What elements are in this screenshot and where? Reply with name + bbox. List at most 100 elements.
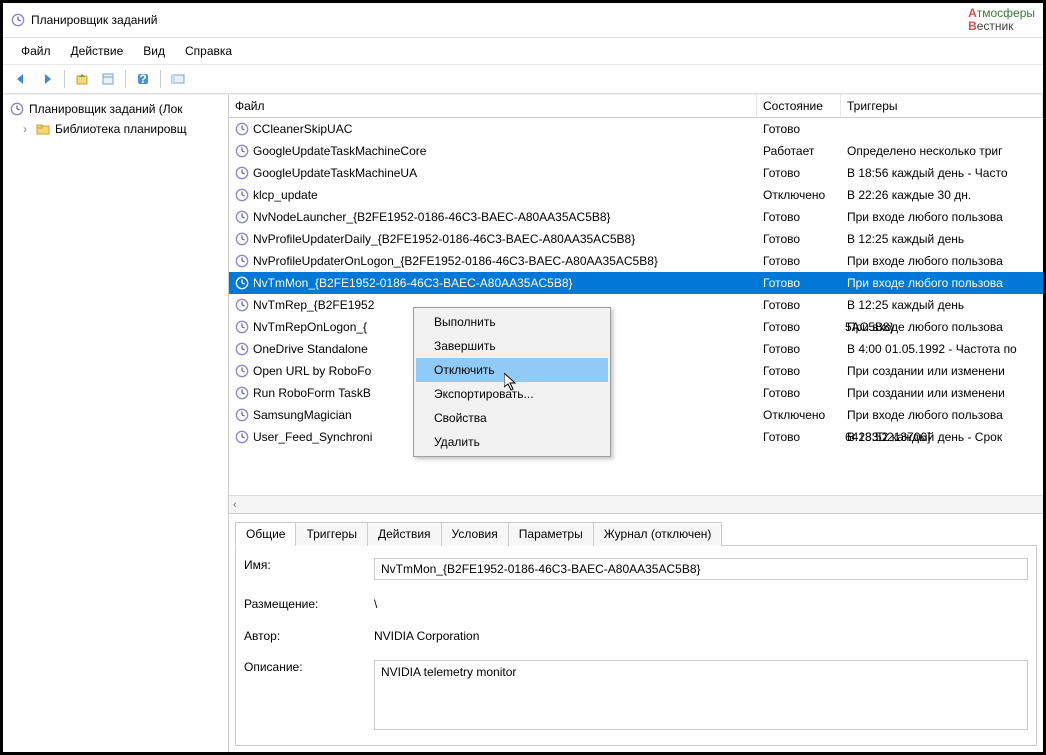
task-name: NvNodeLauncher_{B2FE1952-0186-46C3-BAEC-…: [253, 210, 611, 224]
help-button[interactable]: ?: [131, 68, 155, 90]
task-status: Готово: [757, 232, 841, 246]
label-author: Автор:: [244, 629, 374, 643]
watermark-logo: Атмосферы Вестник: [968, 7, 1035, 33]
task-row[interactable]: Run RoboForm TaskBГотовоПри создании или…: [229, 382, 1043, 404]
menu-help[interactable]: Справка: [175, 42, 242, 60]
task-row[interactable]: GoogleUpdateTaskMachineUAГотовоВ 18:56 к…: [229, 162, 1043, 184]
context-menu-item[interactable]: Свойства: [416, 406, 608, 430]
task-row[interactable]: SamsungMagician ОтключеноПри входе любого…: [229, 404, 1043, 426]
task-trigger: При входе любого пользова: [841, 210, 1043, 224]
field-location: \: [374, 597, 1028, 611]
task-name: User_Feed_Synchroni: [253, 430, 372, 444]
up-button[interactable]: [70, 68, 94, 90]
task-trigger: При создании или изменени: [841, 364, 1043, 378]
clock-icon: [235, 232, 249, 246]
tab-2[interactable]: Действия: [367, 522, 442, 546]
menu-view[interactable]: Вид: [133, 42, 175, 60]
forward-button[interactable]: [35, 68, 59, 90]
task-trigger: При входе любого пользова: [841, 408, 1043, 422]
task-row[interactable]: NvProfileUpdaterDaily_{B2FE1952-0186-46C…: [229, 228, 1043, 250]
properties-button[interactable]: [96, 68, 120, 90]
task-name: NvProfileUpdaterDaily_{B2FE1952-0186-46C…: [253, 232, 635, 246]
field-author: NVIDIA Corporation: [374, 629, 1028, 643]
tab-4[interactable]: Параметры: [508, 522, 594, 546]
task-name: CCleanerSkipUAC: [253, 122, 352, 136]
field-description[interactable]: NVIDIA telemetry monitor: [374, 660, 1028, 730]
task-trigger: При создании или изменени: [841, 386, 1043, 400]
task-row[interactable]: NvTmMon_{B2FE1952-0186-46C3-BAEC-A80AA35…: [229, 272, 1043, 294]
task-status: Готово: [757, 166, 841, 180]
col-trigger[interactable]: Триггеры: [841, 95, 1043, 117]
toolbar-separator: [125, 70, 126, 88]
details-panel: ОбщиеТриггерыДействияУсловияПараметрыЖур…: [229, 514, 1043, 752]
clock-icon: [235, 364, 249, 378]
clock-icon: [235, 320, 249, 334]
back-button[interactable]: [9, 68, 33, 90]
field-name[interactable]: NvTmMon_{B2FE1952-0186-46C3-BAEC-A80AA35…: [374, 558, 1028, 580]
tab-1[interactable]: Триггеры: [295, 522, 368, 546]
task-row[interactable]: GoogleUpdateTaskMachineCoreРаботаетОпред…: [229, 140, 1043, 162]
context-menu-item[interactable]: Завершить: [416, 334, 608, 358]
context-menu-item[interactable]: Выполнить: [416, 310, 608, 334]
col-file[interactable]: Файл: [229, 95, 757, 117]
task-name: Run RoboForm TaskB: [253, 386, 371, 400]
task-status: Готово: [757, 364, 841, 378]
tab-5[interactable]: Журнал (отключен): [593, 522, 723, 546]
menu-file[interactable]: Файл: [11, 42, 61, 60]
tree-child[interactable]: › Библиотека планировщ: [5, 119, 226, 139]
horizontal-scrollbar[interactable]: ‹: [229, 495, 1043, 513]
task-status: Готово: [757, 342, 841, 356]
task-trigger: Определено несколько триг: [841, 144, 1043, 158]
task-row[interactable]: klcp_updateОтключеноВ 22:26 каждые 30 дн…: [229, 184, 1043, 206]
task-row[interactable]: NvProfileUpdaterOnLogon_{B2FE1952-0186-4…: [229, 250, 1043, 272]
menu-action[interactable]: Действие: [61, 42, 134, 60]
task-status: Готово: [757, 320, 841, 334]
folder-icon: [35, 121, 51, 137]
clock-icon: [235, 166, 249, 180]
label-description: Описание:: [244, 660, 374, 674]
clock-icon: [235, 254, 249, 268]
task-row[interactable]: Open URL by RoboFoГотовоПри создании или…: [229, 360, 1043, 382]
toolbar: ?: [3, 64, 1043, 94]
tree-root-label: Планировщик заданий (Лок: [29, 102, 183, 116]
task-row[interactable]: CCleanerSkipUACГотово: [229, 118, 1043, 140]
clock-icon: [235, 430, 249, 444]
task-status: Готово: [757, 430, 841, 444]
col-status[interactable]: Состояние: [757, 95, 841, 117]
svg-text:?: ?: [139, 72, 146, 86]
clock-icon: [235, 386, 249, 400]
task-list: Файл Состояние Триггеры CCleanerSkipUACГ…: [229, 95, 1043, 514]
task-name: NvTmRepOnLogon_{: [253, 320, 367, 334]
task-row[interactable]: User_Feed_Synchroni64183D213706}ГотовоВ …: [229, 426, 1043, 448]
task-status: Готово: [757, 276, 841, 290]
clock-icon: [235, 342, 249, 356]
task-row[interactable]: NvTmRepOnLogon_{5AC5B8}ГотовоПри входе л…: [229, 316, 1043, 338]
task-status: Отключено: [757, 408, 841, 422]
task-name: OneDrive Standalone: [253, 342, 368, 356]
toolbar-separator: [64, 70, 65, 88]
label-name: Имя:: [244, 558, 374, 572]
clock-icon: [9, 101, 25, 117]
tree-root[interactable]: Планировщик заданий (Лок: [5, 99, 226, 119]
task-trigger: При входе любого пользова: [841, 276, 1043, 290]
context-menu-item[interactable]: Удалить: [416, 430, 608, 454]
clock-icon: [235, 144, 249, 158]
task-name: klcp_update: [253, 188, 318, 202]
expander-icon[interactable]: ›: [19, 122, 31, 136]
title-bar: Планировщик заданий Атмосферы Вестник: [3, 3, 1043, 38]
clock-icon: [235, 276, 249, 290]
panel-button[interactable]: [166, 68, 190, 90]
clock-icon: [235, 122, 249, 136]
tab-0[interactable]: Общие: [235, 522, 296, 546]
task-name: GoogleUpdateTaskMachineUA: [253, 166, 417, 180]
task-trigger: В 4:00 01.05.1992 - Частота по: [841, 342, 1043, 356]
tree-child-label: Библиотека планировщ: [55, 122, 187, 136]
task-trigger: В 22:26 каждые 30 дн.: [841, 188, 1043, 202]
task-row[interactable]: NvNodeLauncher_{B2FE1952-0186-46C3-BAEC-…: [229, 206, 1043, 228]
tab-3[interactable]: Условия: [441, 522, 509, 546]
task-name: NvTmRep_{B2FE1952: [253, 298, 374, 312]
task-name: SamsungMagician: [253, 408, 352, 422]
task-row[interactable]: OneDrive Standalone ГотовоВ 4:00 01.05.19…: [229, 338, 1043, 360]
task-row[interactable]: NvTmRep_{B2FE1952ГотовоВ 12:25 каждый де…: [229, 294, 1043, 316]
label-location: Размещение:: [244, 597, 374, 611]
